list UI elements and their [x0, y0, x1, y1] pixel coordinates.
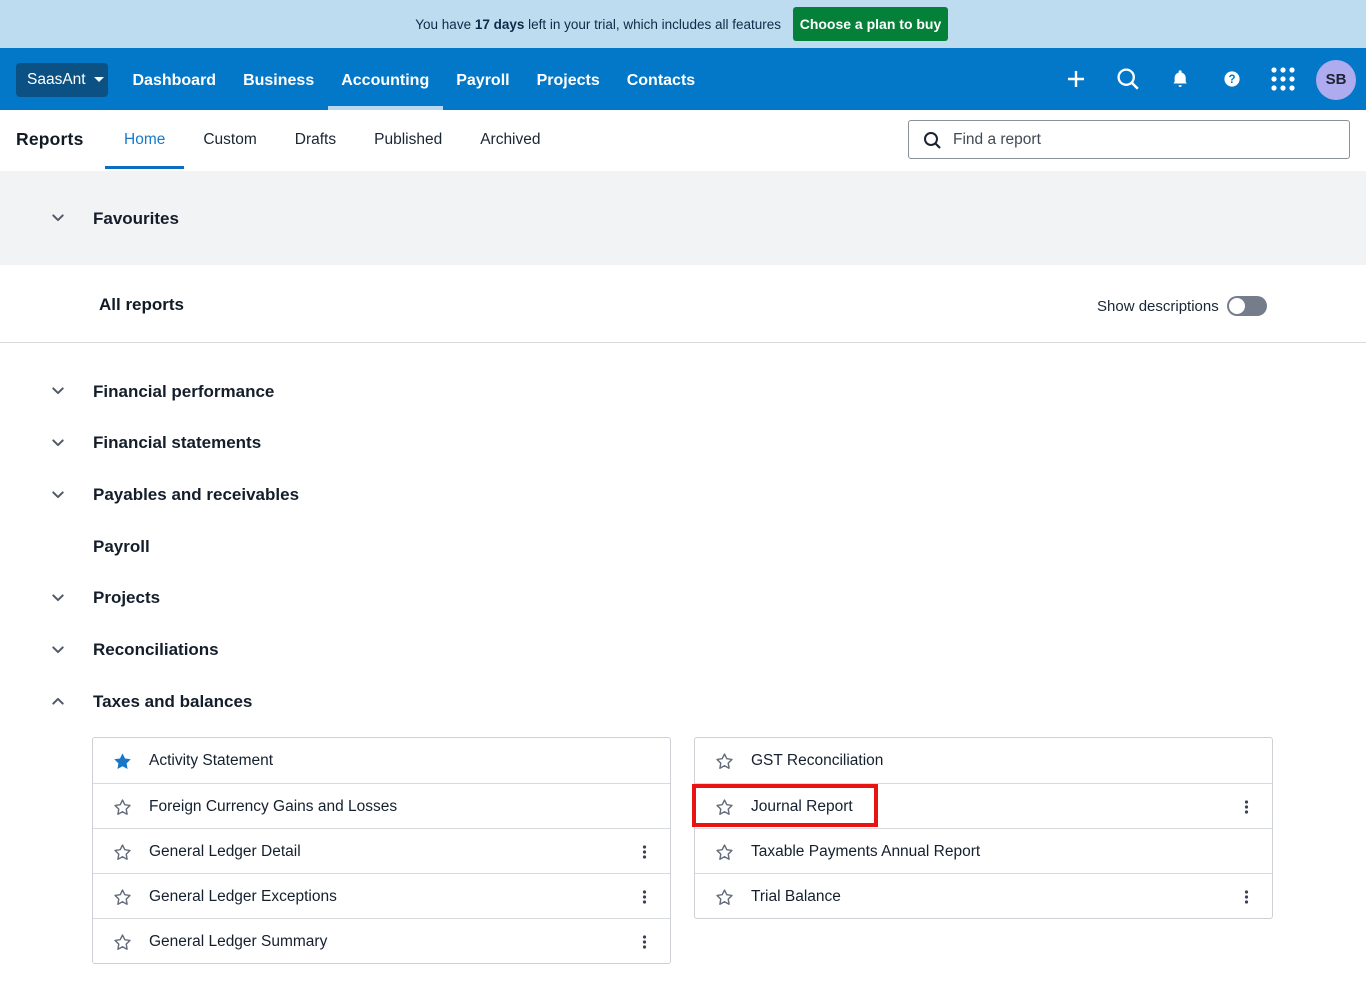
svg-text:?: ? [1228, 74, 1235, 86]
